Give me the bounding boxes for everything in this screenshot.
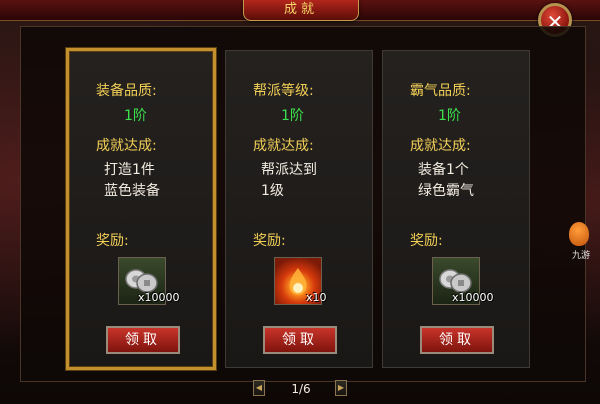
claim-button[interactable]: 领取 xyxy=(106,326,180,354)
page-indicator: 1/6 xyxy=(291,382,311,396)
chevron-right-icon: ▶ xyxy=(337,383,345,392)
chevron-left-icon: ◀ xyxy=(255,383,263,392)
floating-assistant-button[interactable]: 九游 xyxy=(566,222,592,262)
reward-quantity: x10 xyxy=(306,291,327,304)
floating-assistant-label: 九游 xyxy=(571,251,590,261)
level-value: 1阶 xyxy=(438,108,461,124)
next-page-button[interactable]: ▶ xyxy=(335,380,347,396)
category-label: 帮派等级: xyxy=(253,83,314,99)
category-label: 霸气品质: xyxy=(410,83,471,99)
category-label: 装备品质: xyxy=(96,83,157,99)
achievement-line-1: 装备1个 xyxy=(418,162,469,178)
reward-quantity: x10000 xyxy=(452,291,494,304)
claim-button[interactable]: 领取 xyxy=(263,326,337,354)
claim-button[interactable]: 领取 xyxy=(420,326,494,354)
prev-page-button[interactable]: ◀ xyxy=(253,380,265,396)
achievement-line-2: 蓝色装备 xyxy=(104,183,160,199)
level-value: 1阶 xyxy=(281,108,304,124)
reward-quantity: x10000 xyxy=(138,291,180,304)
mascot-icon xyxy=(569,222,589,246)
achievement-label: 成就达成: xyxy=(96,138,157,154)
achievement-line-1: 打造1件 xyxy=(104,162,155,178)
reward-label: 奖励: xyxy=(253,233,286,249)
achievement-line-2: 1级 xyxy=(261,183,284,199)
achievement-label: 成就达成: xyxy=(410,138,471,154)
achievement-line-2: 绿色霸气 xyxy=(418,183,474,199)
reward-label: 奖励: xyxy=(410,233,443,249)
achievement-line-1: 帮派达到 xyxy=(261,162,317,178)
achievement-label: 成就达成: xyxy=(253,138,314,154)
level-value: 1阶 xyxy=(124,108,147,124)
reward-label: 奖励: xyxy=(96,233,129,249)
window-title: 成就 xyxy=(243,0,359,21)
